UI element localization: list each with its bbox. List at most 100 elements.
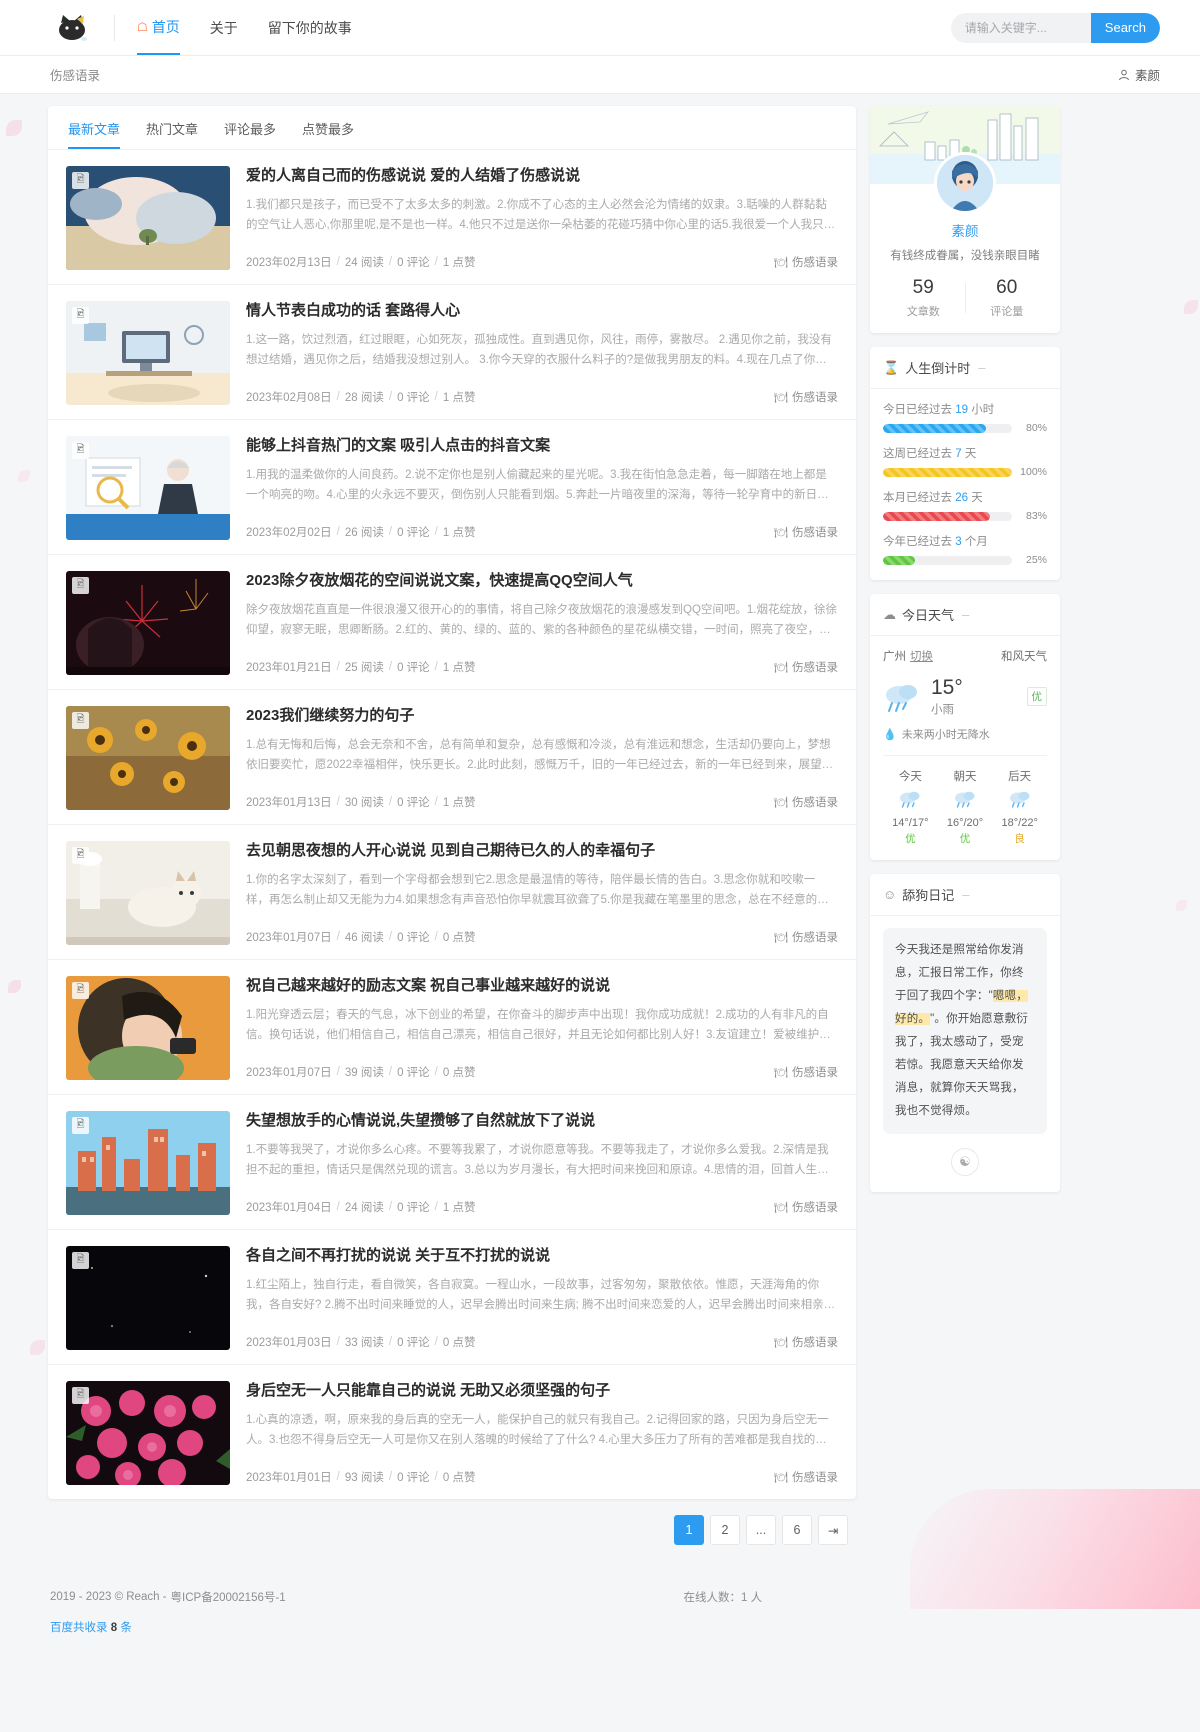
article-likes: 1 点赞 bbox=[442, 662, 476, 674]
article-item: 🖻 各自之间不再打扰的说说 关于互不打扰的说说 1.红尘陌上，独自行走，看自微笑，各… bbox=[48, 1230, 856, 1365]
article-title[interactable]: 身后空无一人只能靠自己的说说 无助又必须坚强的句子 bbox=[246, 1381, 838, 1401]
article-tag[interactable]: 🍽 伤感语录 bbox=[774, 524, 838, 540]
tab-most-likes-label: 点赞最多 bbox=[302, 122, 355, 137]
cat-logo[interactable] bbox=[50, 11, 96, 45]
pagination-page-6[interactable]: 6 bbox=[782, 1515, 812, 1545]
sort-tabs: 最新文章 热门文章 评论最多 点赞最多 bbox=[48, 106, 856, 150]
article-tag[interactable]: 🍽 伤感语录 bbox=[774, 1064, 838, 1080]
tab-latest[interactable]: 最新文章 bbox=[68, 119, 121, 149]
countdown-fill bbox=[883, 467, 1012, 477]
nav-link-about[interactable]: 关于 bbox=[210, 0, 238, 55]
article-title[interactable]: 2023我们继续努力的句子 bbox=[246, 706, 838, 726]
article-title[interactable]: 祝自己越来越好的励志文案 祝自己事业越来越好的说说 bbox=[246, 976, 838, 996]
countdown-value: 26 bbox=[955, 492, 968, 505]
tab-hot[interactable]: 热门文章 bbox=[146, 119, 198, 149]
meta-sep: / bbox=[336, 931, 340, 943]
article-thumbnail[interactable]: 🖻 bbox=[66, 301, 230, 405]
pagination-page-2[interactable]: 2 bbox=[710, 1515, 740, 1545]
article-thumbnail[interactable]: 🖻 bbox=[66, 436, 230, 540]
article-tag[interactable]: 🍽 伤感语录 bbox=[774, 794, 838, 810]
forecast-day-label: 后天 bbox=[1008, 771, 1032, 784]
article-title[interactable]: 去见朝思夜想的人开心说说 见到自己期待已久的人的幸福句子 bbox=[246, 841, 838, 861]
article-thumbnail[interactable]: 🖻 bbox=[66, 166, 230, 270]
article-body: 身后空无一人只能靠自己的说说 无助又必须坚强的句子 1.心真的凉透，啊，原来我的身… bbox=[246, 1381, 838, 1485]
countdown-unit: 天 bbox=[971, 492, 983, 505]
article-thumbnail[interactable]: 🖻 bbox=[66, 1111, 230, 1215]
stat-articles[interactable]: 59 文章数 bbox=[882, 277, 965, 319]
countdown-prefix: 今日已经过去 bbox=[883, 404, 952, 417]
article-excerpt: 1.红尘陌上，独自行走，看自微笑，各自寂寞。一程山水，一段故事，过客匆匆，聚散依… bbox=[246, 1279, 836, 1312]
diary-body: 今天我还是照常给你发消息，汇报日常工作，你终于回了我四个字："嗯嗯，好的。"。你… bbox=[870, 916, 1060, 1192]
article-item: 🖻 祝自己越来越好的励志文案 祝自己事业越来越好的说说 1.阳光穿透云层；春天的气息… bbox=[48, 960, 856, 1095]
article-title[interactable]: 2023除夕夜放烟花的空间说说文案，快速提高QQ空间人气 bbox=[246, 571, 838, 591]
article-title[interactable]: 能够上抖音热门的文案 吸引人点击的抖音文案 bbox=[246, 436, 838, 456]
pagination-page-ellipsis[interactable]: ... bbox=[746, 1515, 776, 1545]
article-date: 2023年01月13日 bbox=[246, 797, 332, 809]
nav-divider bbox=[114, 14, 115, 41]
article-comments: 0 评论 bbox=[397, 932, 430, 944]
countdown-card: ⌛ 人生倒计时 – 今日已经过去 19 小时 80% 这周已经过去 7 天 100% 本… bbox=[870, 347, 1060, 581]
user-menu[interactable]: 素颜 bbox=[1118, 65, 1160, 84]
article-tag[interactable]: 🍽 伤感语录 bbox=[774, 389, 838, 405]
article-date: 2023年01月04日 bbox=[246, 1202, 332, 1214]
article-excerpt: 1.用我的温柔做你的人间良药。2.说不定你也是别人偷藏起来的星光呢。3.我在街怕… bbox=[246, 469, 829, 502]
breadcrumb[interactable]: 伤感语录 bbox=[50, 65, 100, 84]
article-meta: 2023年01月03日 / 33 阅读 / 0 评论 / 0 点赞 🍽 伤感语录 bbox=[246, 1324, 838, 1350]
article-reads: 93 阅读 bbox=[344, 1472, 384, 1484]
article-title[interactable]: 爱的人离自己而的伤感说说 爱的人结婚了伤感说说 bbox=[246, 166, 838, 186]
diary-title: 舔狗日记 bbox=[902, 888, 955, 904]
article-date: 2023年02月08日 bbox=[246, 392, 332, 404]
search-button[interactable]: Search bbox=[1090, 12, 1160, 43]
countdown-bar-row: 100% bbox=[883, 466, 1047, 478]
tab-most-likes[interactable]: 点赞最多 bbox=[302, 119, 354, 149]
meta-sep: / bbox=[388, 1336, 393, 1348]
image-placeholder-icon: 🖻 bbox=[72, 442, 89, 459]
article-tag-label: 伤感语录 bbox=[792, 257, 838, 269]
refresh-icon[interactable]: ☯ bbox=[951, 1148, 979, 1177]
article-item: 🖻 身后空无一人只能靠自己的说说 无助又必须坚强的句子 1.心真的凉透，啊，原来我的… bbox=[48, 1365, 856, 1499]
meta-sep: / bbox=[336, 1471, 340, 1483]
footer-baidu-suffix: 条 bbox=[120, 1622, 132, 1634]
diary-text: 今天我还是照常给你发消息，汇报日常工作，你终于回了我四个字："嗯嗯，好的。"。你… bbox=[883, 928, 1047, 1135]
article-thumbnail[interactable]: 🖻 bbox=[66, 976, 230, 1080]
meta-sep: / bbox=[336, 796, 340, 808]
search-input[interactable] bbox=[950, 12, 1091, 43]
weather-city: 广州 bbox=[883, 651, 906, 664]
article-title[interactable]: 各自之间不再打扰的说说 关于互不打扰的说说 bbox=[246, 1246, 838, 1266]
article-title[interactable]: 失望想放手的心情说说,失望攒够了自然就放下了说说 bbox=[246, 1111, 838, 1131]
nav-link-home[interactable]: ☖ 首页 bbox=[137, 0, 180, 55]
article-likes: 1 点赞 bbox=[442, 527, 476, 539]
article-tag[interactable]: 🍽 伤感语录 bbox=[774, 1469, 838, 1485]
pagination-page-last[interactable]: ⇥ bbox=[818, 1515, 848, 1545]
avatar[interactable] bbox=[934, 152, 996, 214]
pagination-page-1[interactable]: 1 bbox=[674, 1515, 704, 1545]
article-title[interactable]: 情人节表白成功的话 套路得人心 bbox=[246, 301, 838, 321]
article-thumbnail[interactable]: 🖻 bbox=[66, 571, 230, 675]
tab-most-comments[interactable]: 评论最多 bbox=[224, 119, 276, 149]
article-thumbnail[interactable]: 🖻 bbox=[66, 1246, 230, 1350]
image-placeholder-icon: 🖻 bbox=[72, 1387, 89, 1404]
article-thumbnail[interactable]: 🖻 bbox=[66, 841, 230, 945]
article-date: 2023年01月21日 bbox=[246, 662, 332, 674]
article-tag[interactable]: 🍽 伤感语录 bbox=[774, 254, 838, 270]
article-tag[interactable]: 🍽 伤感语录 bbox=[774, 929, 838, 945]
article-comments: 0 评论 bbox=[397, 662, 430, 674]
article-thumbnail[interactable]: 🖻 bbox=[66, 706, 230, 810]
footer-icp-link[interactable]: 粤ICP备20002156号-1 bbox=[171, 1589, 286, 1605]
profile-stats: 59 文章数 60 评论量 bbox=[882, 277, 1048, 319]
stat-comments[interactable]: 60 评论量 bbox=[966, 277, 1049, 319]
weather-switch-button[interactable]: 切换 bbox=[910, 648, 933, 664]
profile-name[interactable]: 素颜 bbox=[882, 220, 1048, 240]
nav-link-story[interactable]: 留下你的故事 bbox=[268, 0, 352, 55]
article-tag[interactable]: 🍽 伤感语录 bbox=[774, 1334, 838, 1350]
meta-sep: / bbox=[434, 1201, 438, 1213]
footer: 2019 - 2023 © Reach - 粤ICP备20002156号-1 在… bbox=[0, 1571, 1200, 1661]
image-placeholder-icon: 🖻 bbox=[72, 982, 89, 999]
article-thumbnail[interactable]: 🖻 bbox=[66, 1381, 230, 1485]
article-tag[interactable]: 🍽 伤感语录 bbox=[774, 659, 838, 675]
countdown-label: 今年已经过去 3 个月 bbox=[883, 533, 1047, 549]
article-tag[interactable]: 🍽 伤感语录 bbox=[774, 1199, 838, 1215]
article-reads: 46 阅读 bbox=[344, 932, 384, 944]
article-meta: 2023年01月01日 / 93 阅读 / 0 评论 / 0 点赞 🍽 伤感语录 bbox=[246, 1459, 838, 1485]
diary-card: ☺ 舔狗日记 – 今天我还是照常给你发消息，汇报日常工作，你终于回了我四个字："… bbox=[870, 874, 1060, 1193]
